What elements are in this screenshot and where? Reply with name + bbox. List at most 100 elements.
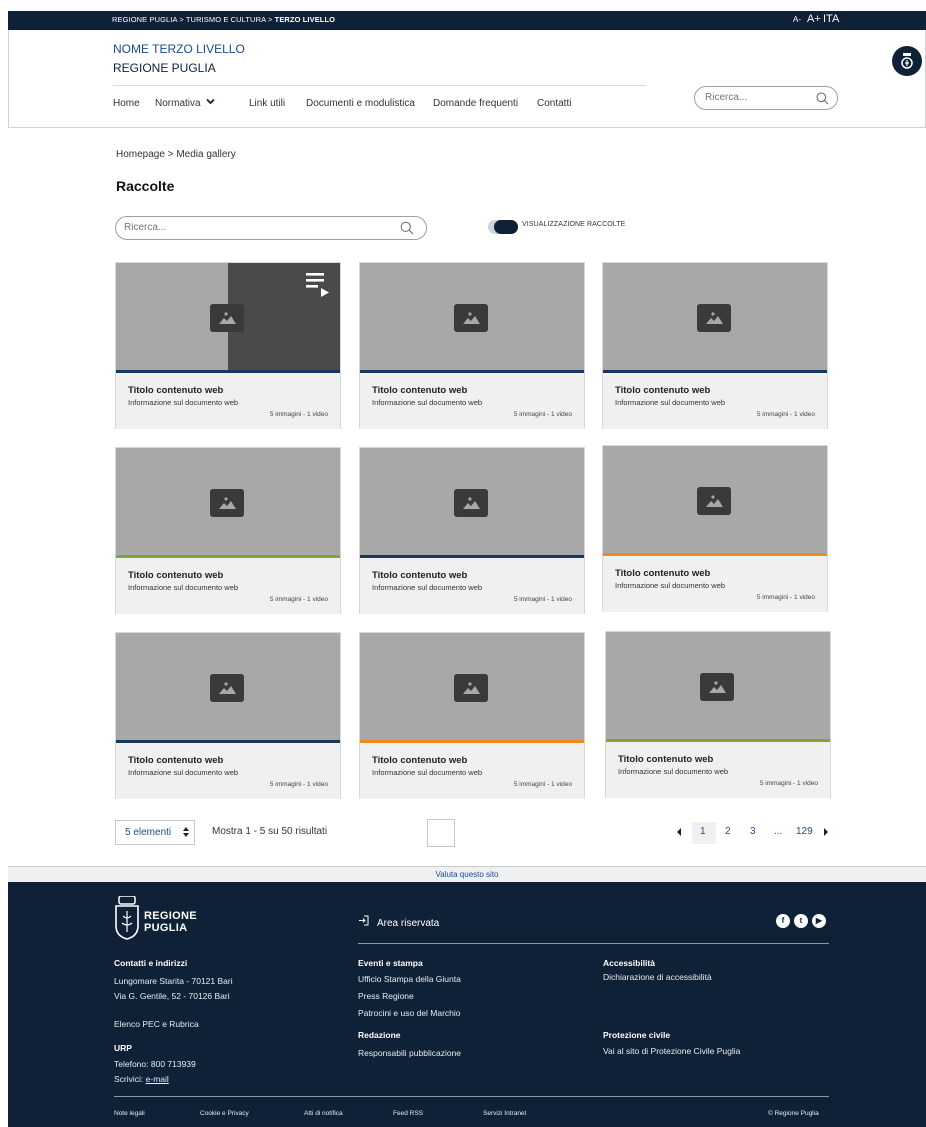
- card-subtitle: Informazione sul documento web: [128, 768, 239, 777]
- card-media-count: 5 immagini - 1 video: [756, 594, 815, 601]
- card-subtitle: Informazione sul documento web: [615, 398, 726, 407]
- collection-card[interactable]: Titolo contenuto web Informazione sul do…: [115, 447, 341, 614]
- font-decrease-button[interactable]: A-: [793, 15, 801, 24]
- site-footer: REGIONE PUGLIA Area riservata f t ▶ Cont…: [8, 882, 926, 1127]
- collection-card[interactable]: Titolo contenuto web Informazione sul do…: [359, 262, 585, 429]
- site-breadcrumb-path[interactable]: REGIONE PUGLIA > TURISMO E CULTURA >: [112, 15, 275, 24]
- search-icon[interactable]: [400, 221, 414, 235]
- header-divider: [113, 85, 646, 86]
- site-name[interactable]: NOME TERZO LIVELLO: [113, 42, 245, 56]
- header-search-input[interactable]: [705, 92, 805, 103]
- nav-item-documenti[interactable]: Documenti e modulistica: [306, 98, 415, 109]
- civil-protection-link[interactable]: Vai al sito di Protezione Civile Puglia: [603, 1046, 740, 1056]
- page-link-3[interactable]: 3: [750, 826, 756, 837]
- site-header: NOME TERZO LIVELLO REGIONE PUGLIA Home N…: [8, 30, 926, 128]
- nav-item-faq[interactable]: Domande frequenti: [433, 98, 518, 109]
- results-summary: Mostra 1 - 5 su 50 risultati: [212, 826, 328, 837]
- facebook-icon[interactable]: f: [776, 914, 790, 928]
- card-media-count: 5 immagini - 1 video: [269, 411, 328, 418]
- chevron-down-icon: [206, 98, 215, 105]
- urp-write-label: Scrivici:: [114, 1074, 146, 1084]
- view-toggle-label: VISUALIZZAZIONE RACCOLTE: [522, 221, 626, 228]
- font-increase-button[interactable]: A+: [807, 13, 821, 25]
- events-link-patronage[interactable]: Patrocini e uso del Marchio: [358, 1008, 461, 1018]
- nav-item-contatti[interactable]: Contatti: [537, 98, 571, 109]
- accessibility-button[interactable]: [892, 46, 922, 76]
- footer-link-notifications[interactable]: Atti di notifica: [304, 1110, 343, 1117]
- image-placeholder-icon: [454, 304, 488, 332]
- search-icon[interactable]: [816, 92, 829, 105]
- language-selector[interactable]: ITA: [823, 13, 839, 25]
- nav-item-normativa[interactable]: Normativa: [155, 98, 215, 109]
- youtube-icon[interactable]: ▶: [812, 914, 826, 928]
- next-page-icon[interactable]: [823, 827, 829, 837]
- nav-item-link-utili[interactable]: Link utili: [249, 98, 285, 109]
- footer-link-rss[interactable]: Feed RSS: [393, 1110, 423, 1117]
- card-title[interactable]: Titolo contenuto web: [372, 385, 467, 396]
- collection-card[interactable]: Titolo contenuto web Informazione sul do…: [115, 262, 341, 429]
- redazione-link[interactable]: Responsabili pubblicazione: [358, 1048, 461, 1058]
- card-title[interactable]: Titolo contenuto web: [618, 754, 713, 765]
- card-media-count: 5 immagini - 1 video: [513, 411, 572, 418]
- view-toggle[interactable]: [488, 220, 518, 234]
- image-placeholder-icon: [210, 489, 244, 517]
- accessibility-link[interactable]: Dichiarazione di accessibilità: [603, 972, 712, 982]
- card-subtitle: Informazione sul documento web: [372, 583, 483, 592]
- card-body: Titolo contenuto web Informazione sul do…: [116, 743, 340, 799]
- collection-card[interactable]: Titolo contenuto web Informazione sul do…: [602, 262, 828, 429]
- header-search: [694, 86, 838, 110]
- urp-write: Scrivici: e-mail: [114, 1074, 169, 1084]
- pec-link[interactable]: Elenco PEC e Rubrica: [114, 1019, 199, 1029]
- card-body: Titolo contenuto web Informazione sul do…: [603, 373, 827, 429]
- card-title[interactable]: Titolo contenuto web: [128, 570, 223, 581]
- footer-link-cookie[interactable]: Cookie e Privacy: [200, 1110, 249, 1117]
- reserved-area-link[interactable]: Area riservata: [358, 915, 439, 929]
- card-media-count: 5 immagini - 1 video: [269, 781, 328, 788]
- login-icon: [359, 915, 369, 926]
- collection-card[interactable]: Titolo contenuto web Informazione sul do…: [359, 447, 585, 614]
- card-subtitle: Informazione sul documento web: [618, 767, 729, 776]
- copyright: © Regione Puglia: [768, 1110, 819, 1117]
- collection-card[interactable]: Titolo contenuto web Informazione sul do…: [602, 445, 828, 612]
- regione-puglia-logo[interactable]: [114, 896, 140, 940]
- civil-protection-heading: Protezione civile: [603, 1030, 671, 1040]
- page-title: Raccolte: [116, 178, 175, 194]
- page-link-last[interactable]: 129: [796, 826, 813, 837]
- accessibility-heading: Accessibilità: [603, 958, 655, 968]
- collection-card[interactable]: Titolo contenuto web Informazione sul do…: [115, 632, 341, 799]
- region-name[interactable]: REGIONE PUGLIA: [113, 61, 216, 75]
- card-title[interactable]: Titolo contenuto web: [615, 385, 710, 396]
- card-subtitle: Informazione sul documento web: [372, 398, 483, 407]
- items-per-page-select[interactable]: 5 elementi: [115, 820, 195, 845]
- card-title[interactable]: Titolo contenuto web: [128, 755, 223, 766]
- card-title[interactable]: Titolo contenuto web: [372, 755, 467, 766]
- footer-link-legal[interactable]: Note legali: [114, 1110, 145, 1117]
- prev-page-icon[interactable]: [676, 827, 682, 837]
- card-body: Titolo contenuto web Informazione sul do…: [360, 558, 584, 614]
- card-title[interactable]: Titolo contenuto web: [615, 568, 710, 579]
- urp-phone: Telefono: 800 713939: [114, 1059, 196, 1069]
- collection-search-input[interactable]: [124, 222, 374, 233]
- events-link-press[interactable]: Press Regione: [358, 991, 414, 1001]
- email-link[interactable]: e-mail: [146, 1074, 169, 1084]
- collection-card[interactable]: Titolo contenuto web Informazione sul do…: [359, 632, 585, 799]
- twitter-icon[interactable]: t: [794, 914, 808, 928]
- page-link-2[interactable]: 2: [725, 826, 731, 837]
- footer-link-intranet[interactable]: Servizi Intranet: [483, 1110, 526, 1117]
- page-ellipsis: ...: [774, 826, 783, 837]
- card-media-count: 5 immagini - 1 video: [759, 780, 818, 787]
- collection-card[interactable]: Titolo contenuto web Informazione sul do…: [605, 631, 831, 798]
- footer-divider-bottom: [114, 1096, 829, 1097]
- items-per-page-value: 5 elementi: [125, 827, 172, 838]
- page-link-1[interactable]: 1: [700, 826, 706, 837]
- playlist-icon[interactable]: [306, 271, 330, 297]
- address-2: Via G. Gentile, 52 - 70126 Bari: [114, 991, 230, 1001]
- events-link-press-office[interactable]: Ufficio Stampa della Giunta: [358, 974, 461, 984]
- card-title[interactable]: Titolo contenuto web: [372, 570, 467, 581]
- rate-site-link[interactable]: Valuta questo sito: [8, 866, 926, 882]
- breadcrumb[interactable]: Homepage > Media gallery: [116, 149, 236, 160]
- nav-item-home[interactable]: Home: [113, 98, 140, 109]
- redazione-heading: Redazione: [358, 1030, 401, 1040]
- image-placeholder-icon: [700, 673, 734, 701]
- card-title[interactable]: Titolo contenuto web: [128, 385, 223, 396]
